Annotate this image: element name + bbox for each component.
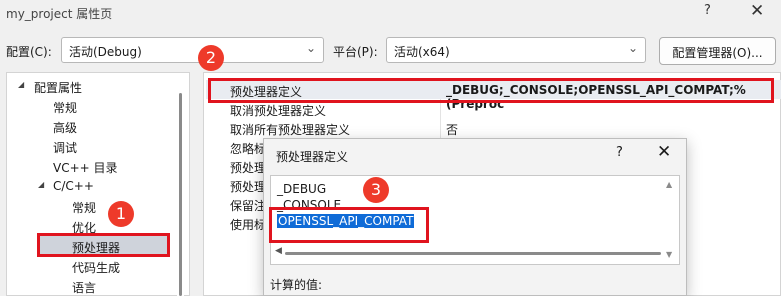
tree-item-code-generation[interactable]: 代码生成: [72, 259, 120, 276]
chevron-down-icon: ⌄: [305, 41, 316, 55]
property-name: 保留注: [230, 199, 267, 213]
config-dropdown[interactable]: 活动(Debug) ⌄: [61, 37, 324, 63]
dialog-title: 预处理器定义: [276, 150, 349, 164]
tree-item-vc-directories[interactable]: VC++ 目录: [53, 159, 118, 176]
annotation-box-preprocessor-row: [208, 78, 774, 103]
property-name: 预处理: [230, 161, 267, 175]
definition-line: _DEBUG: [277, 182, 327, 196]
tree-scrollbar[interactable]: [177, 93, 184, 296]
scroll-down-icon[interactable]: ▼: [666, 250, 672, 259]
window-title: my_project 属性页: [6, 7, 113, 21]
close-icon[interactable]: ✕: [657, 142, 671, 162]
annotation-box-selected-definition: [269, 207, 429, 243]
annotation-badge-2: 2: [198, 45, 224, 71]
tree-item-general[interactable]: 常规: [53, 99, 77, 116]
close-icon[interactable]: ✕: [750, 1, 764, 21]
tree-item-cpp-general[interactable]: 常规: [72, 199, 96, 216]
annotation-badge-1: 1: [108, 201, 134, 227]
tree-item-advanced[interactable]: 高级: [53, 119, 77, 136]
collapse-icon[interactable]: ◢: [18, 80, 24, 89]
chevron-down-icon: ⌄: [627, 41, 638, 55]
property-name: 预处理: [230, 180, 267, 194]
collapse-icon[interactable]: ◢: [38, 180, 44, 189]
property-name: 忽略标: [230, 142, 267, 156]
property-name: 取消所有预处理器定义: [230, 123, 351, 137]
tree-item-language[interactable]: 语言: [72, 279, 96, 296]
config-manager-button[interactable]: 配置管理器(O)...: [659, 37, 776, 65]
scroll-up-icon[interactable]: ▲: [666, 180, 672, 189]
annotation-box-preprocessor-item: [37, 233, 170, 257]
config-label: 配置(C):: [6, 45, 52, 59]
property-name: 使用标: [230, 218, 267, 232]
platform-value: 活动(x64): [394, 45, 450, 59]
help-icon[interactable]: ?: [704, 3, 711, 18]
property-name: 取消预处理器定义: [230, 104, 327, 118]
platform-label: 平台(P):: [333, 45, 378, 59]
horizontal-scrollbar-thumb[interactable]: [285, 252, 661, 255]
tree-item-config-properties[interactable]: 配置属性: [34, 79, 82, 96]
horizontal-scrollbar[interactable]: ◀: [275, 246, 663, 260]
tree-scrollbar-thumb[interactable]: [179, 93, 182, 296]
computed-value-label: 计算的值:: [270, 278, 323, 292]
scroll-left-icon[interactable]: ◀: [275, 246, 282, 256]
platform-dropdown[interactable]: 活动(x64) ⌄: [386, 37, 646, 63]
tree-item-debugging[interactable]: 调试: [53, 139, 77, 156]
vertical-scrollbar[interactable]: ▲ ▼: [665, 180, 677, 262]
config-value: 活动(Debug): [69, 45, 142, 59]
annotation-badge-3: 3: [363, 177, 389, 203]
title-bar: my_project 属性页 ? ✕: [0, 0, 781, 26]
help-icon[interactable]: ?: [616, 145, 623, 160]
property-value: 否: [446, 123, 459, 137]
tree-item-cpp[interactable]: C/C++: [53, 179, 94, 193]
property-row[interactable]: 取消所有预处理器定义 否: [206, 118, 781, 137]
